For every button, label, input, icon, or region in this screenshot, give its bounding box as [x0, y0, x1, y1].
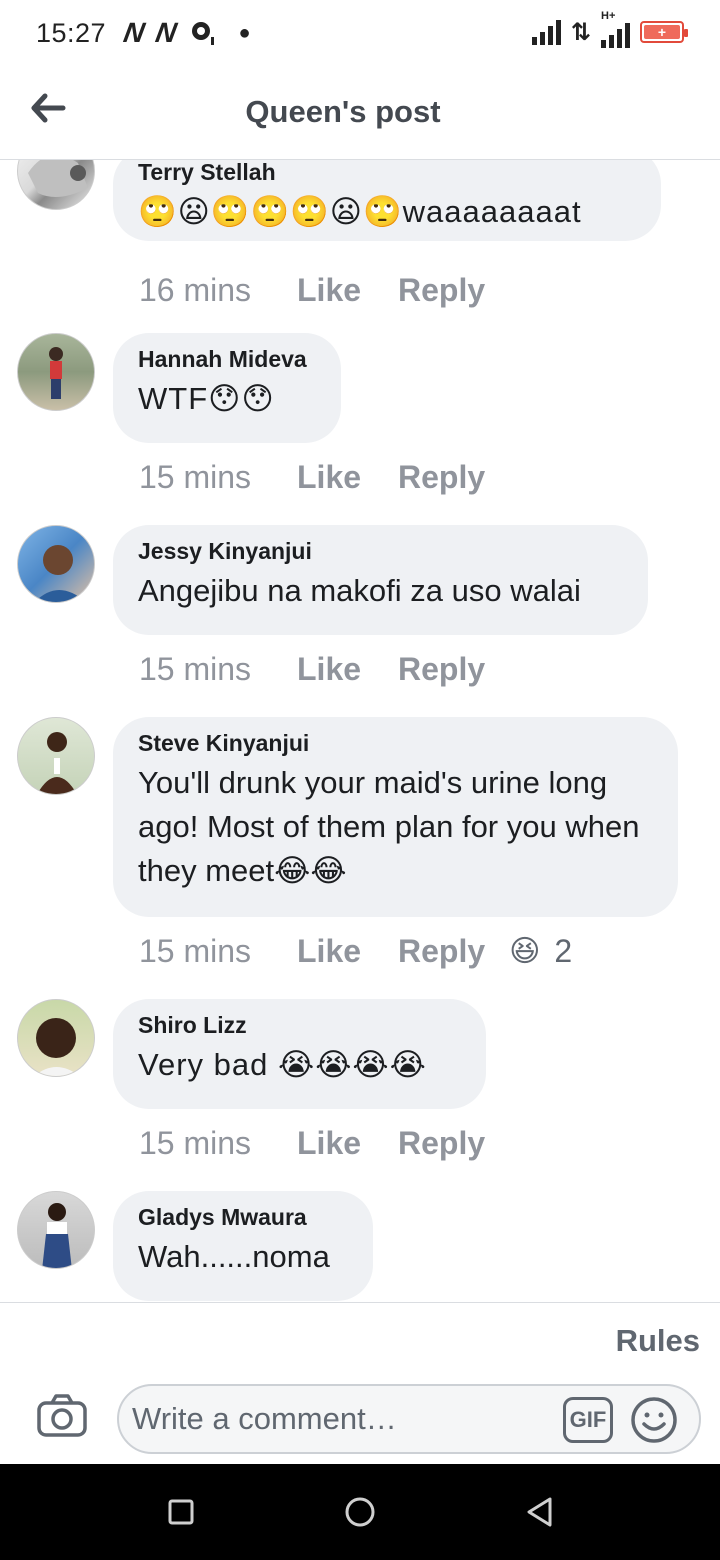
comment-text: Wah......noma	[138, 1239, 330, 1274]
comment-input[interactable]	[132, 1401, 552, 1437]
reply-button[interactable]: Reply	[398, 1125, 485, 1162]
comment-author[interactable]: Shiro Lizz	[138, 1012, 460, 1039]
avatar-image	[34, 1018, 80, 1076]
triangle-back-icon	[527, 1497, 552, 1527]
avatar-gladys[interactable]	[17, 1191, 95, 1269]
like-button[interactable]: Like	[297, 651, 398, 688]
like-button[interactable]: Like	[297, 1125, 398, 1162]
comment-bubble[interactable]: Hannah Mideva WTF😯😯	[113, 333, 341, 443]
home-button[interactable]	[342, 1494, 378, 1530]
notification-n-icon: N	[153, 17, 180, 48]
hplus-signal-icon: H+	[601, 10, 630, 48]
comment-item: Shiro Lizz Very bad 😭😭😭😭 15 mins Like Re…	[0, 999, 720, 1179]
avatar-steve[interactable]	[17, 717, 95, 795]
comment-bubble[interactable]: Terry Stellah 🙄😦🙄🙄🙄😦🙄waaaaaaaat	[113, 160, 661, 241]
avatar-jessy[interactable]	[17, 525, 95, 603]
comment-bubble[interactable]: Steve Kinyanjui You'll drunk your maid's…	[113, 717, 678, 917]
gif-label: GIF	[569, 1407, 607, 1432]
comment-author[interactable]: Terry Stellah	[138, 160, 635, 186]
avatar-image	[28, 160, 88, 197]
location-pin-icon	[191, 22, 214, 45]
comment-item: Jessy Kinyanjui Angejibu na makofi za us…	[0, 525, 720, 705]
comment-bubble[interactable]: Jessy Kinyanjui Angejibu na makofi za us…	[113, 525, 648, 635]
avatar-hannah[interactable]	[17, 333, 95, 411]
comment-time[interactable]: 16 mins	[139, 272, 297, 309]
battery-icon: +	[640, 21, 688, 43]
comment-input-box[interactable]: GIF	[117, 1384, 701, 1454]
status-bar: 15:27 N N ● ⇅ H+ +	[0, 0, 720, 66]
comment-text: Angejibu na makofi za uso walai	[138, 573, 581, 608]
comment-item: Steve Kinyanjui You'll drunk your maid's…	[0, 717, 720, 987]
more-notifications-dot-icon: ●	[238, 21, 251, 44]
avatar-image	[42, 1203, 72, 1268]
comment-item: Terry Stellah 🙄😦🙄🙄🙄😦🙄waaaaaaaat 16 mins …	[0, 160, 720, 320]
comment-time[interactable]: 15 mins	[139, 1125, 297, 1162]
signal-strength-icon	[531, 19, 561, 45]
gif-button[interactable]: GIF	[563, 1397, 613, 1443]
comment-actions: 15 mins Like Reply	[139, 459, 485, 496]
navigation-bar	[0, 1464, 720, 1560]
reply-button[interactable]: Reply	[398, 459, 485, 496]
emoji-picker-button[interactable]	[629, 1395, 679, 1445]
rules-link[interactable]: Rules	[616, 1323, 700, 1359]
comment-text: 🙄😦🙄🙄🙄😦🙄waaaaaaaat	[138, 194, 582, 229]
camera-button[interactable]	[36, 1393, 88, 1439]
comment-author[interactable]: Hannah Mideva	[138, 346, 315, 373]
like-button[interactable]: Like	[297, 459, 398, 496]
avatar-terry[interactable]	[17, 160, 95, 210]
smiley-icon	[631, 1397, 677, 1443]
reaction-count: 2	[554, 933, 573, 969]
comment-bubble[interactable]: Gladys Mwaura Wah......noma	[113, 1191, 373, 1301]
like-button[interactable]: Like	[297, 933, 398, 970]
avatar-image	[49, 347, 63, 399]
reaction-summary[interactable]: 😆 2	[509, 933, 572, 970]
recent-apps-button[interactable]	[163, 1494, 199, 1530]
comment-actions: 15 mins Like Reply	[139, 651, 485, 688]
battery-charging-symbol: +	[644, 25, 680, 39]
comment-actions: 16 mins Like Reply	[139, 272, 485, 309]
comment-author[interactable]: Jessy Kinyanjui	[138, 538, 622, 565]
haha-reaction-icon: 😆	[509, 935, 541, 968]
camera-icon	[37, 1394, 87, 1437]
comment-text: You'll drunk your maid's urine long ago!…	[138, 765, 640, 888]
avatar-shiro[interactable]	[17, 999, 95, 1077]
data-transfer-icon: ⇅	[570, 18, 591, 46]
comment-author[interactable]: Gladys Mwaura	[138, 1204, 347, 1231]
comment-time[interactable]: 15 mins	[139, 651, 297, 688]
network-type-label: H+	[601, 10, 616, 22]
comment-text: WTF😯😯	[138, 381, 275, 416]
page-title: Queen's post	[245, 94, 441, 129]
page-header: Queen's post	[0, 66, 720, 160]
reply-button[interactable]: Reply	[398, 272, 485, 309]
system-icons: ⇅ H+ +	[531, 10, 688, 48]
notification-n-icon: N	[121, 17, 148, 48]
reply-button[interactable]: Reply	[398, 933, 485, 970]
like-button[interactable]: Like	[297, 272, 398, 309]
comment-time[interactable]: 15 mins	[139, 933, 297, 970]
square-icon	[168, 1499, 194, 1525]
comment-bubble[interactable]: Shiro Lizz Very bad 😭😭😭😭	[113, 999, 486, 1109]
notification-icons: N N ●	[121, 17, 251, 49]
reply-button[interactable]: Reply	[398, 651, 485, 688]
back-nav-button[interactable]	[521, 1494, 557, 1530]
circle-icon	[345, 1497, 375, 1527]
avatar-image	[37, 732, 77, 794]
comment-item: Hannah Mideva WTF😯😯 15 mins Like Reply	[0, 333, 720, 513]
comments-list[interactable]: Terry Stellah 🙄😦🙄🙄🙄😦🙄waaaaaaaat 16 mins …	[0, 160, 720, 1302]
comment-item: Gladys Mwaura Wah......noma	[0, 1191, 720, 1302]
comment-author[interactable]: Steve Kinyanjui	[138, 730, 652, 757]
avatar-image	[35, 545, 86, 602]
comment-composer: Rules GIF	[0, 1302, 720, 1464]
comment-text: Very bad 😭😭😭😭	[138, 1047, 427, 1082]
comment-actions: 15 mins Like Reply 😆 2	[139, 933, 572, 970]
status-time: 15:27	[36, 17, 107, 48]
comment-actions: 15 mins Like Reply	[139, 1125, 485, 1162]
comment-time[interactable]: 15 mins	[139, 459, 297, 496]
